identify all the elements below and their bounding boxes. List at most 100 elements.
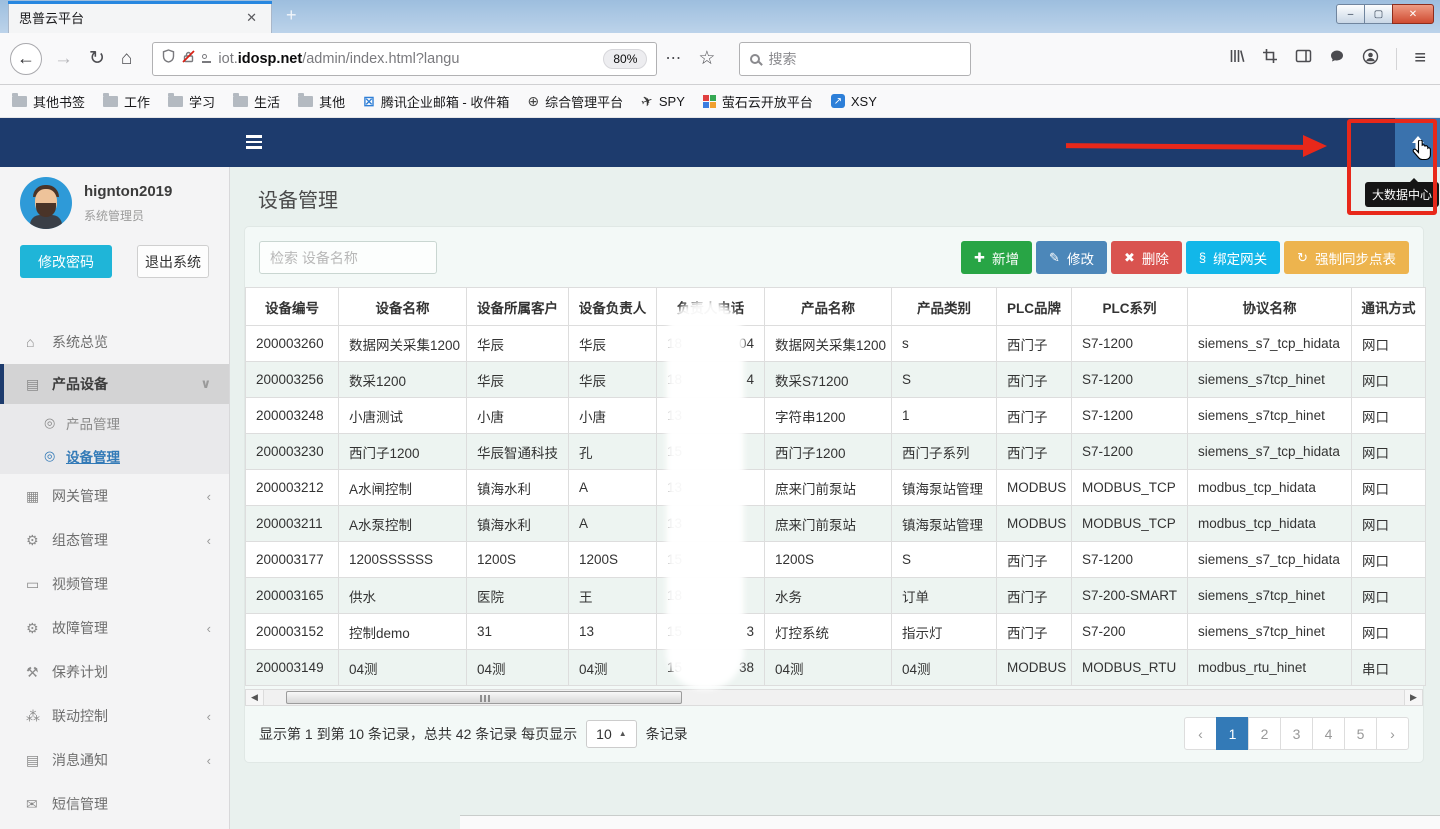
sidebar-toggle-icon[interactable] <box>1295 48 1312 69</box>
column-header[interactable]: 设备编号 <box>246 288 339 326</box>
sidebar-item[interactable]: ✉短信管理 <box>0 782 229 826</box>
new-tab-button[interactable]: + <box>286 6 297 24</box>
bookmark-item[interactable]: ⊠腾讯企业邮箱 - 收件箱 <box>363 92 509 111</box>
page-button[interactable]: 5 <box>1344 717 1377 750</box>
restore-button[interactable]: ▢ <box>1364 4 1393 24</box>
bookmark-item[interactable]: 其他 <box>298 92 345 111</box>
tencent-mail-icon: ⊠ <box>363 94 375 108</box>
home-button[interactable]: ⌂ <box>121 49 132 68</box>
table-row[interactable]: 200003230西门子1200华辰智通科技孔15西门子1200西门子系列西门子… <box>246 434 1426 470</box>
sidebar-subitem[interactable]: ◎设备管理 <box>0 439 229 472</box>
table-row[interactable]: 200003256数采1200华辰华辰184数采S71200S西门子S7-120… <box>246 362 1426 398</box>
prev-page-button[interactable]: ‹ <box>1184 717 1217 750</box>
bind-gateway-button[interactable]: §绑定网关 <box>1186 241 1280 274</box>
sidebar-item[interactable]: ⚙组态管理‹ <box>0 518 229 562</box>
column-header[interactable]: PLC品牌 <box>997 288 1072 326</box>
page-button[interactable]: 4 <box>1312 717 1345 750</box>
column-header[interactable]: 产品名称 <box>765 288 892 326</box>
column-header[interactable]: 设备所属客户 <box>467 288 569 326</box>
table-row[interactable]: 200003212A水闸控制镇海水利A13庶来门前泵站镇海泵站管理MODBUSM… <box>246 470 1426 506</box>
browser-search-box[interactable]: 搜索 <box>739 42 971 76</box>
shield-icon[interactable] <box>162 49 175 68</box>
bookmark-item[interactable]: 生活 <box>233 92 280 111</box>
page-actions-icon[interactable]: ⋯ <box>665 51 682 67</box>
messages-icon[interactable] <box>1329 48 1345 69</box>
sidebar-item[interactable]: ⌂系统总览 <box>0 320 229 364</box>
scroll-left-arrow[interactable]: ◀ <box>246 690 264 705</box>
column-header[interactable]: 设备负责人 <box>569 288 657 326</box>
table-cell: MODBUS_TCP <box>1072 506 1188 542</box>
library-icon[interactable] <box>1229 48 1245 69</box>
bookmark-item[interactable]: 学习 <box>168 92 215 111</box>
page-button[interactable]: 2 <box>1248 717 1281 750</box>
page-button[interactable]: 3 <box>1280 717 1313 750</box>
menu-icon[interactable]: ≡ <box>1414 47 1426 70</box>
bookmark-item[interactable]: ↗XSY <box>831 94 877 109</box>
bookmark-star-icon[interactable]: ☆ <box>698 49 715 68</box>
sidebar-item[interactable]: ▤产品设备∨ <box>0 364 229 404</box>
tab-close-icon[interactable]: ✕ <box>242 8 261 28</box>
sidebar-item[interactable]: ⚒保养计划 <box>0 650 229 694</box>
reload-button[interactable]: ↻ <box>89 49 105 68</box>
minimize-button[interactable]: – <box>1336 4 1365 24</box>
bookmark-item[interactable]: 工作 <box>103 92 150 111</box>
table-cell: 灯控系统 <box>765 614 892 650</box>
bookmark-item[interactable]: ⊕综合管理平台 <box>527 92 623 111</box>
bookmark-label: 学习 <box>189 92 215 111</box>
column-header[interactable]: 通讯方式 <box>1352 288 1426 326</box>
avatar[interactable] <box>20 177 72 229</box>
sidebar-collapse-icon[interactable] <box>246 135 262 152</box>
scroll-right-arrow[interactable]: ▶ <box>1404 690 1422 705</box>
next-page-button[interactable]: › <box>1376 717 1409 750</box>
chevron-down-icon: ∨ <box>200 376 211 392</box>
delete-button[interactable]: ✖删除 <box>1111 241 1182 274</box>
pagination-bar: 显示第 1 到第 10 条记录，总共 42 条记录 每页显示 10 ▲ 条记录 … <box>245 706 1423 754</box>
table-row[interactable]: 200003152控制demo3113153灯控系统指示灯西门子S7-200si… <box>246 614 1426 650</box>
browser-tab[interactable]: 思普云平台 ✕ <box>8 1 272 33</box>
screenshot-crop-icon[interactable] <box>1262 48 1278 69</box>
sidebar-item[interactable]: ⚙故障管理‹ <box>0 606 229 650</box>
sidebar-item[interactable]: ▤消息通知‹ <box>0 738 229 782</box>
table-row[interactable]: 200003248小唐测试小唐小唐13字符串12001西门子S7-1200sie… <box>246 398 1426 434</box>
force-sync-button[interactable]: ↻强制同步点表 <box>1284 241 1409 274</box>
table-controls: ✚新增✎修改✖删除§绑定网关↻强制同步点表 <box>245 241 1423 274</box>
page-size-select[interactable]: 10 ▲ <box>586 720 637 748</box>
edit-button[interactable]: ✎修改 <box>1036 241 1107 274</box>
table-cell: 网口 <box>1352 470 1426 506</box>
sidebar-item[interactable]: ▦网关管理‹ <box>0 474 229 518</box>
back-button[interactable]: ← <box>10 43 42 75</box>
insecure-lock-icon[interactable] <box>182 50 195 68</box>
page-button[interactable]: 1 <box>1216 717 1249 750</box>
table-row[interactable]: 200003165供水医院王18水务订单西门子S7-200-SMARTsieme… <box>246 578 1426 614</box>
bookmark-item[interactable]: 其他书签 <box>12 92 85 111</box>
sidebar-subitem[interactable]: ◎产品管理 <box>0 406 229 439</box>
column-header[interactable]: PLC系列 <box>1072 288 1188 326</box>
forward-button[interactable]: → <box>54 49 73 68</box>
column-header[interactable]: 协议名称 <box>1188 288 1352 326</box>
table-row[interactable]: 200003211A水泵控制镇海水利A13庶来门前泵站镇海泵站管理MODBUSM… <box>246 506 1426 542</box>
title-bar: 思普云平台 ✕ + – ▢ ✕ <box>0 0 1440 33</box>
bookmark-item[interactable]: ✈SPY <box>641 94 685 109</box>
permissions-icon[interactable] <box>202 54 211 63</box>
add-button[interactable]: ✚新增 <box>961 241 1032 274</box>
table-row[interactable]: 200003260数据网关采集1200华辰华辰1804数据网关采集1200s西门… <box>246 326 1426 362</box>
bookmark-item[interactable]: 萤石云开放平台 <box>703 92 813 111</box>
logout-button[interactable]: 退出系统 <box>137 245 209 278</box>
column-header[interactable]: 设备名称 <box>339 288 467 326</box>
scrollbar-thumb[interactable] <box>286 691 682 704</box>
sidebar-item[interactable]: ▭视频管理 <box>0 562 229 606</box>
url-text[interactable]: iot.idosp.net/admin/index.html?langu <box>218 51 596 67</box>
table-row[interactable]: 20000314904测04测04测153804测04测MODBUSMODBUS… <box>246 650 1426 686</box>
desktop-icon: ▭ <box>26 576 52 593</box>
folder-icon <box>298 96 313 107</box>
url-bar[interactable]: iot.idosp.net/admin/index.html?langu 80% <box>152 42 657 76</box>
horizontal-scrollbar[interactable]: ◀ ▶ <box>245 689 1423 706</box>
sidebar-item[interactable]: ⁂联动控制‹ <box>0 694 229 738</box>
device-search-input[interactable] <box>259 241 437 274</box>
close-button[interactable]: ✕ <box>1392 4 1434 24</box>
account-icon[interactable] <box>1362 48 1379 70</box>
change-password-button[interactable]: 修改密码 <box>20 245 112 278</box>
column-header[interactable]: 产品类别 <box>892 288 997 326</box>
zoom-level-badge[interactable]: 80% <box>603 49 647 69</box>
table-row[interactable]: 2000031771200SSSSSS1200S1200S151200SS西门子… <box>246 542 1426 578</box>
